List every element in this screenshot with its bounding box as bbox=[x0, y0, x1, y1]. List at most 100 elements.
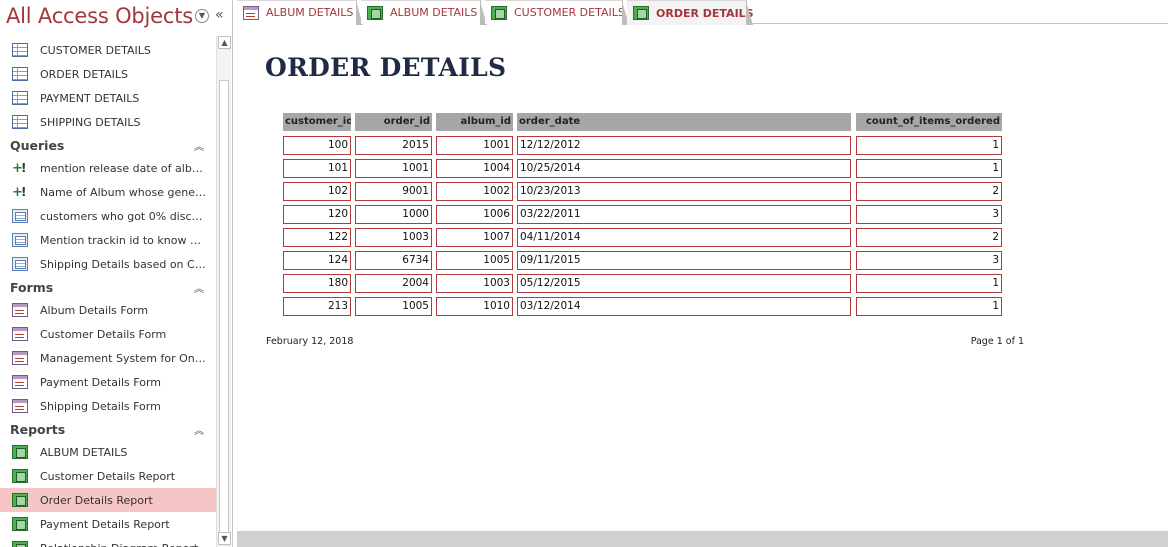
select-query-icon bbox=[12, 257, 28, 271]
document-tabs: ALBUM DETAILS ALBUM DETAILS CUSTOMER DETAI… bbox=[237, 0, 1168, 25]
table-cell: 1007 bbox=[436, 228, 513, 247]
column-header: album_id bbox=[436, 113, 513, 131]
nav-item-forms[interactable]: Management System for Onlin... bbox=[0, 346, 216, 370]
nav-item-forms[interactable]: Payment Details Form bbox=[0, 370, 216, 394]
column-header: order_date bbox=[517, 113, 851, 131]
tab-label: ALBUM DETAILS bbox=[266, 6, 354, 19]
nav-item-reports[interactable]: Order Details Report bbox=[0, 488, 216, 512]
nav-item-label: Shipping Details Form bbox=[40, 399, 161, 413]
nav-item-tables[interactable]: ORDER DETAILS bbox=[0, 62, 216, 86]
chevron-up-icon[interactable]: ︽ bbox=[194, 280, 204, 295]
table-cell: 09/11/2015 bbox=[517, 251, 851, 270]
table-cell: 1 bbox=[856, 136, 1002, 155]
table-icon bbox=[12, 115, 28, 129]
nav-item-queries[interactable]: Mention trackin id to know or... bbox=[0, 228, 216, 252]
chevron-up-icon[interactable]: ︽ bbox=[194, 138, 204, 153]
nav-item-reports[interactable]: Payment Details Report bbox=[0, 512, 216, 536]
nav-item-label: PAYMENT DETAILS bbox=[40, 91, 140, 105]
table-cell: 120 bbox=[283, 205, 351, 224]
nav-item-forms[interactable]: Shipping Details Form bbox=[0, 394, 216, 418]
table-cell: 1004 bbox=[436, 159, 513, 178]
nav-item-label: ORDER DETAILS bbox=[40, 67, 129, 81]
select-query-icon bbox=[12, 233, 28, 247]
nav-item-reports[interactable]: Customer Details Report bbox=[0, 464, 216, 488]
table-cell: 102 bbox=[283, 182, 351, 201]
table-cell: 1 bbox=[856, 297, 1002, 316]
navigation-pane-title[interactable]: All Access Objects bbox=[6, 4, 193, 28]
tab-document[interactable]: ALBUM DETAILS bbox=[237, 0, 363, 25]
table-cell: 213 bbox=[283, 297, 351, 316]
report-icon bbox=[12, 517, 28, 531]
report-icon bbox=[367, 5, 383, 20]
tab-label: CUSTOMER DETAILS bbox=[514, 6, 625, 19]
table-cell: 101 bbox=[283, 159, 351, 178]
table-cell: 2 bbox=[856, 182, 1002, 201]
collapse-pane-icon[interactable]: « bbox=[215, 7, 224, 23]
table-cell: 3 bbox=[856, 251, 1002, 270]
nav-item-tables[interactable]: PAYMENT DETAILS bbox=[0, 86, 216, 110]
nav-item-tables[interactable]: CUSTOMER DETAILS bbox=[0, 38, 216, 62]
tab-label: ORDER DETAILS bbox=[656, 6, 754, 20]
nav-item-reports[interactable]: Relationship Diagram Report bbox=[0, 536, 216, 547]
horizontal-scrollbar[interactable] bbox=[237, 531, 1168, 547]
table-cell: 1010 bbox=[436, 297, 513, 316]
nav-item-queries[interactable]: customers who got 0% discount bbox=[0, 204, 216, 228]
table-cell: 2015 bbox=[355, 136, 432, 155]
table-cell: 2 bbox=[856, 228, 1002, 247]
form-icon bbox=[12, 351, 28, 365]
nav-group-label: Forms bbox=[10, 279, 54, 295]
table-cell: 05/12/2015 bbox=[517, 274, 851, 293]
table-cell: 10/23/2013 bbox=[517, 182, 851, 201]
nav-item-forms[interactable]: Customer Details Form bbox=[0, 322, 216, 346]
nav-item-label: Management System for Onlin... bbox=[40, 351, 206, 365]
nav-item-queries[interactable]: Shipping Details based on Cus... bbox=[0, 252, 216, 276]
table-cell: 1005 bbox=[355, 297, 432, 316]
select-query-icon bbox=[12, 209, 28, 223]
table-cell: 100 bbox=[283, 136, 351, 155]
nav-item-queries[interactable]: +! mention release date of album... bbox=[0, 156, 216, 180]
nav-group-queries[interactable]: Queries ︽ bbox=[0, 134, 216, 156]
table-cell: 3 bbox=[856, 205, 1002, 224]
table-cell: 1 bbox=[856, 274, 1002, 293]
table-cell: 10/25/2014 bbox=[517, 159, 851, 178]
nav-item-label: Customer Details Report bbox=[40, 469, 176, 483]
form-icon bbox=[12, 399, 28, 413]
nav-item-label: Mention trackin id to know or... bbox=[40, 233, 206, 247]
tab-document[interactable]: CUSTOMER DETAILS bbox=[485, 0, 629, 25]
tab-corner bbox=[746, 1, 753, 25]
table-cell: 6734 bbox=[355, 251, 432, 270]
nav-item-reports[interactable]: ALBUM DETAILS bbox=[0, 440, 216, 464]
scroll-up-icon[interactable]: ▲ bbox=[218, 36, 231, 49]
table-icon bbox=[12, 43, 28, 57]
table-cell: 1000 bbox=[355, 205, 432, 224]
nav-item-forms[interactable]: Album Details Form bbox=[0, 298, 216, 322]
table-cell: 122 bbox=[283, 228, 351, 247]
report-icon bbox=[12, 469, 28, 483]
navigation-scrollbar[interactable]: ▲ ▼ bbox=[216, 36, 231, 547]
column-header: customer_id bbox=[283, 113, 351, 131]
chevron-down-icon[interactable]: ▼ bbox=[195, 9, 209, 23]
chevron-up-icon[interactable]: ︽ bbox=[194, 422, 204, 437]
nav-item-tables[interactable]: SHIPPING DETAILS bbox=[0, 110, 216, 134]
table-icon bbox=[12, 67, 28, 81]
form-icon bbox=[12, 303, 28, 317]
append-query-icon: +! bbox=[12, 161, 27, 176]
report-icon bbox=[12, 541, 28, 547]
nav-item-label: Name of Album whose gener i... bbox=[40, 185, 206, 199]
table-cell: 1003 bbox=[436, 274, 513, 293]
nav-group-forms[interactable]: Forms ︽ bbox=[0, 276, 216, 298]
report-view: ORDER DETAILS customer_id order_id album_i… bbox=[237, 25, 1168, 531]
tab-active[interactable]: ORDER DETAILS bbox=[627, 0, 754, 25]
table-cell: 1 bbox=[856, 159, 1002, 178]
scroll-thumb[interactable] bbox=[219, 80, 229, 542]
table-cell: 1003 bbox=[355, 228, 432, 247]
report-footer-page: Page 1 of 1 bbox=[970, 336, 1024, 347]
nav-item-label: Order Details Report bbox=[40, 493, 153, 507]
nav-group-reports[interactable]: Reports ︽ bbox=[0, 418, 216, 440]
table-cell: 12/12/2012 bbox=[517, 136, 851, 155]
scroll-down-icon[interactable]: ▼ bbox=[218, 532, 231, 545]
tab-document[interactable]: ALBUM DETAILS bbox=[361, 0, 487, 25]
report-icon bbox=[12, 493, 28, 507]
nav-item-queries[interactable]: +! Name of Album whose gener i... bbox=[0, 180, 216, 204]
table-cell: 2004 bbox=[355, 274, 432, 293]
